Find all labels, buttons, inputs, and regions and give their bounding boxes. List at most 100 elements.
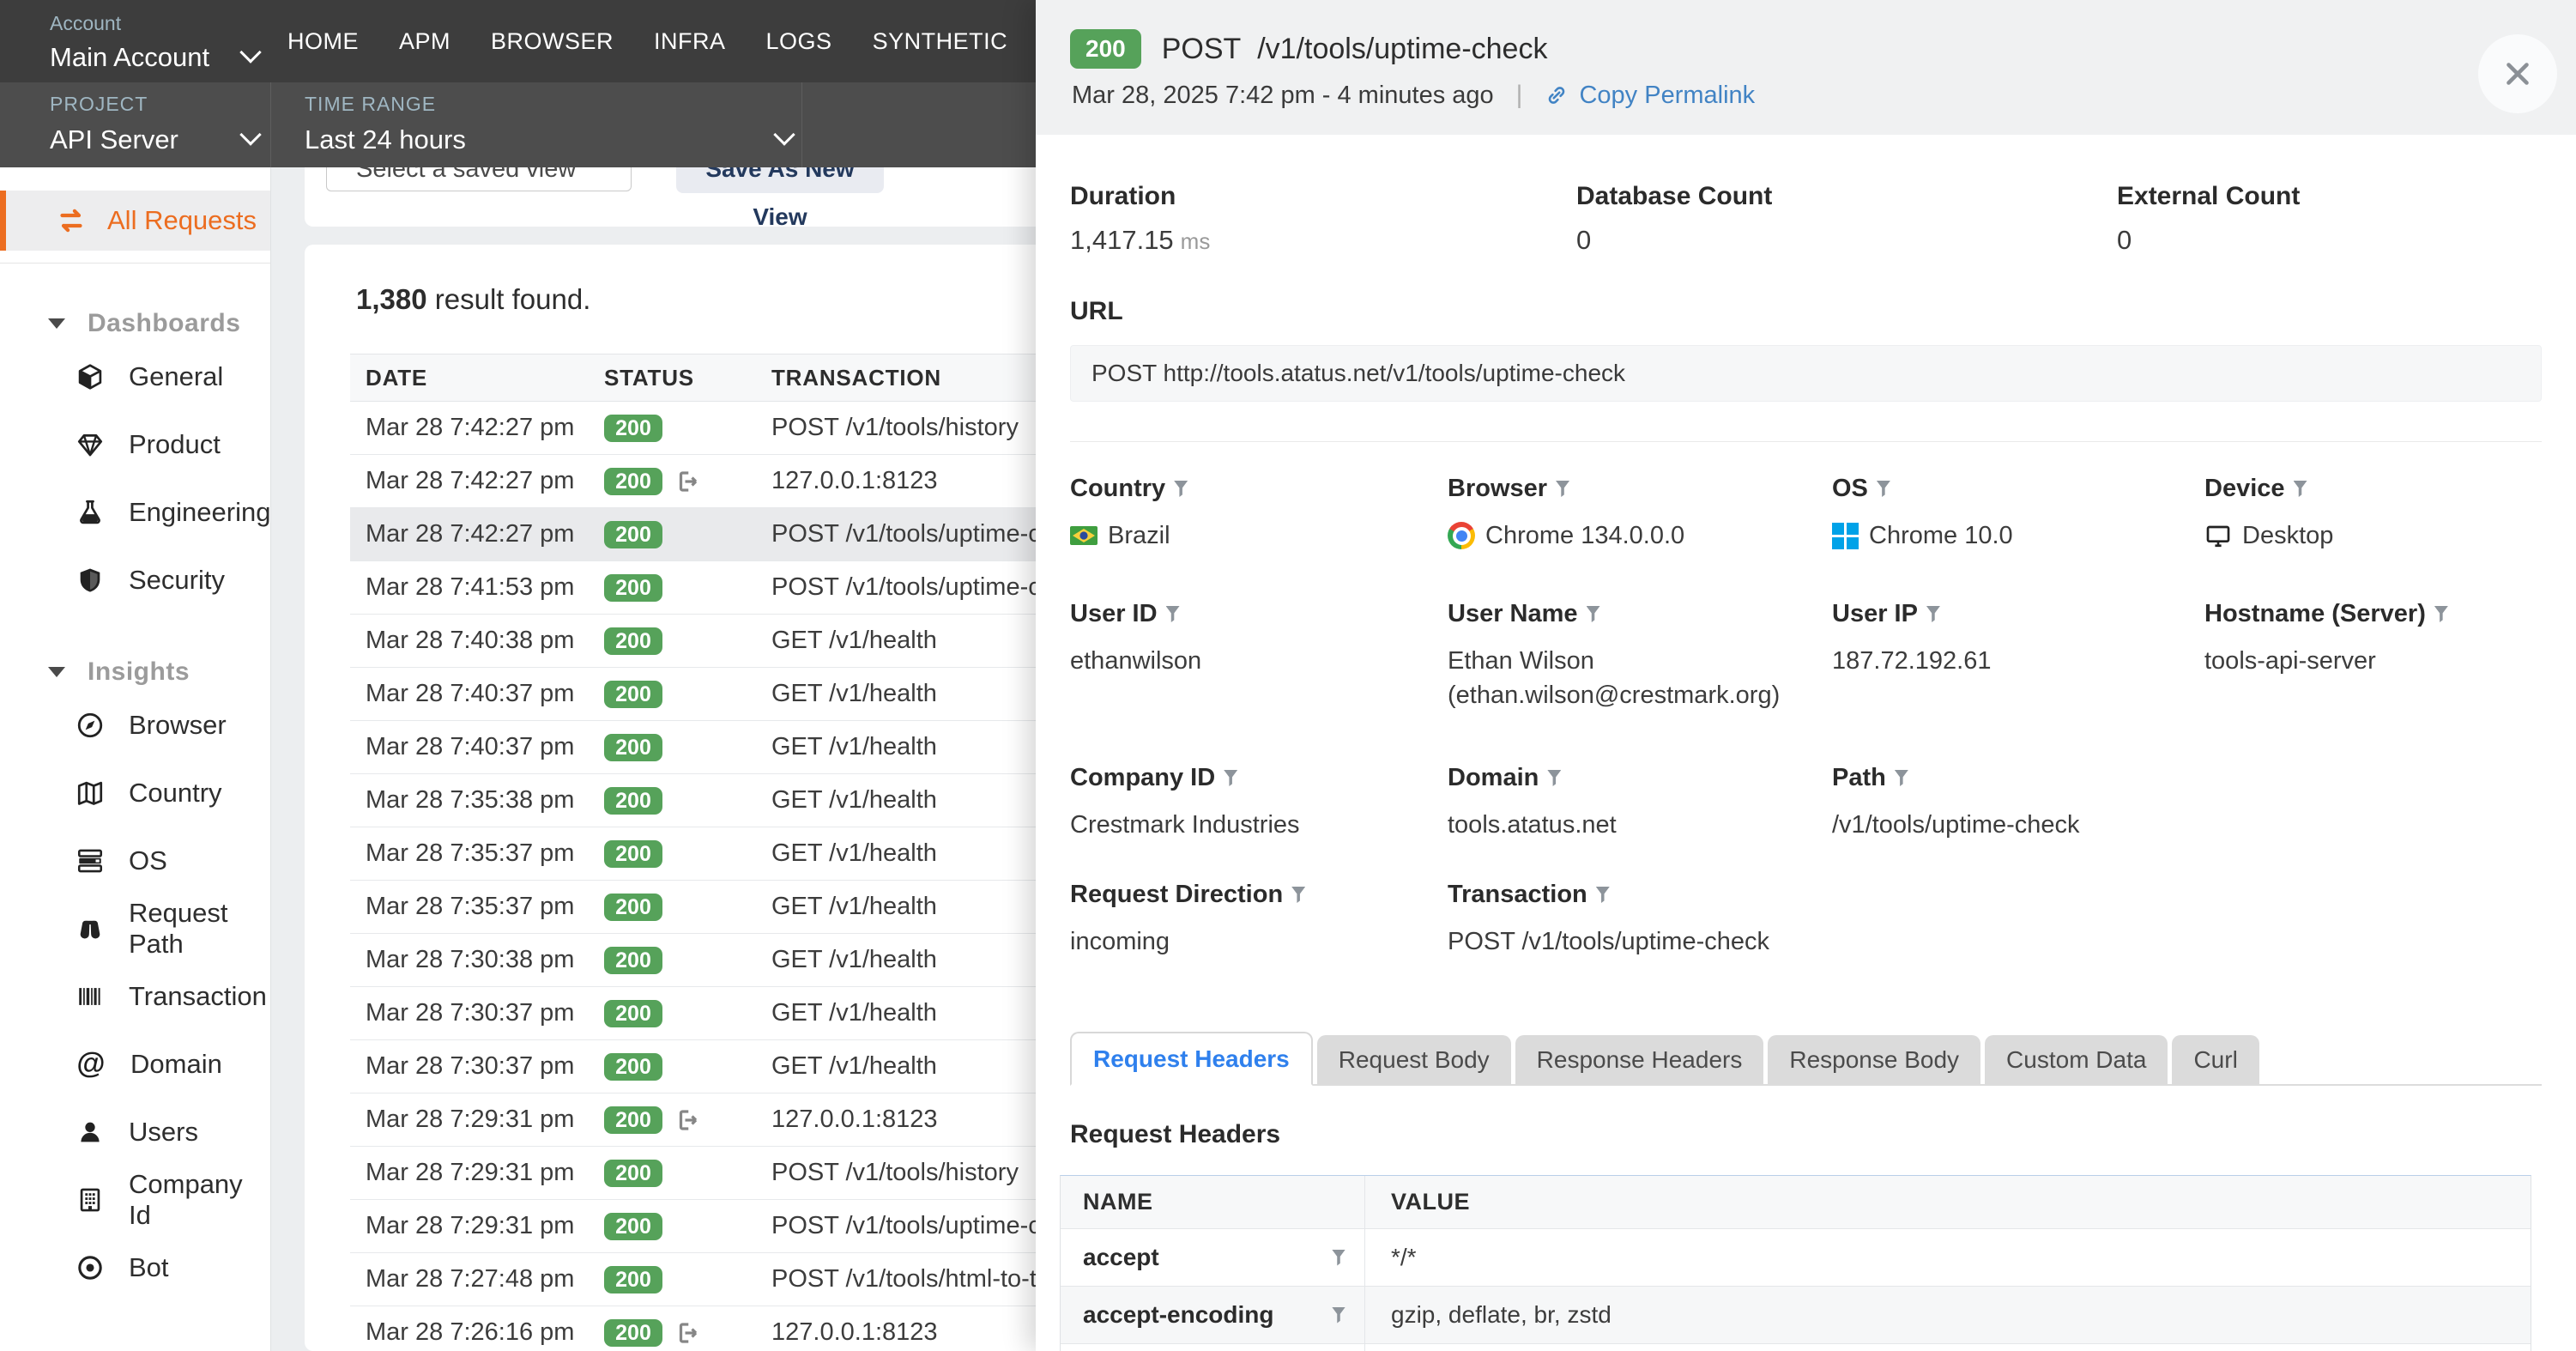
filter-icon[interactable] (1224, 770, 1237, 786)
sidebar-section-insights[interactable]: Insights (0, 653, 270, 691)
field-country: Country Brazil (1070, 475, 1448, 553)
filter-icon[interactable] (1596, 887, 1610, 903)
sidebar-item-product[interactable]: Product (0, 410, 270, 478)
flask-icon (76, 498, 105, 527)
filter-icon[interactable] (1587, 606, 1600, 622)
close-button[interactable] (2478, 34, 2557, 113)
filter-icon[interactable] (2294, 481, 2307, 497)
external-request-icon (674, 469, 700, 494)
stat-duration: Duration 1,417.15ms (1070, 182, 1576, 256)
status-badge: 200 (604, 1319, 662, 1347)
field-user-ip: User IP 187.72.192.61 (1832, 600, 2204, 712)
swap-arrows-icon (56, 205, 87, 236)
status-badge: 200 (604, 1053, 662, 1081)
nav-item-browser[interactable]: BROWSER (491, 0, 614, 82)
nav-item-synthetic[interactable]: SYNTHETIC (873, 0, 1008, 82)
time-range-selector[interactable]: TIME RANGE Last 24 hours (305, 93, 466, 155)
chevron-down-icon[interactable] (773, 124, 795, 145)
fields-row-3: Company ID Crestmark Industries Domain t… (1070, 764, 2542, 842)
sidebar-item-engineering[interactable]: Engineering (0, 478, 270, 546)
sidebar-item-security[interactable]: Security (0, 546, 270, 614)
tab-curl[interactable]: Curl (2172, 1035, 2259, 1084)
detail-tabs: Request Headers Request Body Response He… (1070, 1032, 2542, 1086)
field-hostname: Hostname (Server) tools-api-server (2204, 600, 2542, 712)
sidebar-section-dashboards[interactable]: Dashboards (0, 305, 270, 342)
map-icon (76, 778, 105, 808)
filter-icon[interactable] (1332, 1250, 1345, 1266)
tab-custom-data[interactable]: Custom Data (1985, 1035, 2168, 1084)
sidebar-item-browser[interactable]: Browser (0, 691, 270, 759)
filter-icon[interactable] (1174, 481, 1188, 497)
sidebar-item-bot[interactable]: Bot (0, 1233, 270, 1301)
compass-icon (76, 711, 105, 740)
building-icon (76, 1185, 105, 1215)
field-os: OS Chrome 10.0 (1832, 475, 2204, 553)
sidebar-item-users[interactable]: Users (0, 1098, 270, 1166)
column-header-status[interactable]: STATUS (604, 365, 771, 391)
chevron-down-icon[interactable] (239, 124, 261, 145)
monitor-icon (2204, 522, 2232, 549)
stat-database-count: Database Count 0 (1576, 182, 2117, 256)
stats-row: Duration 1,417.15ms Database Count 0 Ext… (1070, 182, 2542, 256)
status-badge: 200 (604, 1213, 662, 1240)
project-selector[interactable]: PROJECT API Server (50, 93, 178, 155)
nav-item-infra[interactable]: INFRA (654, 0, 726, 82)
tab-response-headers[interactable]: Response Headers (1515, 1035, 1764, 1084)
filter-icon[interactable] (1926, 606, 1940, 622)
filter-icon[interactable] (1291, 887, 1305, 903)
external-request-icon (674, 1320, 700, 1346)
url-label: URL (1070, 297, 2542, 326)
barcode-icon (76, 982, 105, 1011)
status-badge: 200 (604, 627, 662, 655)
copy-permalink-link[interactable]: Copy Permalink (1545, 82, 1755, 110)
filter-icon[interactable] (1895, 770, 1908, 786)
filter-icon[interactable] (1547, 770, 1561, 786)
account-switcher[interactable]: Account Main Account (50, 12, 209, 73)
sidebar-item-general[interactable]: General (0, 342, 270, 410)
url-value: POST http://tools.atatus.net/v1/tools/up… (1070, 345, 2542, 402)
sidebar: All Requests Dashboards General Product … (0, 167, 271, 1351)
status-badge: 200 (604, 1106, 662, 1134)
divider (1070, 441, 2542, 442)
header-row: accept-encoding gzip, deflate, br, zstd (1061, 1287, 2531, 1344)
column-header-date[interactable]: DATE (350, 365, 604, 391)
field-request-direction: Request Direction incoming (1070, 881, 1448, 959)
tab-response-body[interactable]: Response Body (1768, 1035, 1980, 1084)
section-title: Request Headers (1070, 1120, 2542, 1149)
sidebar-item-transaction[interactable]: Transaction (0, 962, 270, 1030)
sidebar-item-os[interactable]: OS (0, 827, 270, 894)
status-badge: 200 (604, 574, 662, 602)
sidebar-item-all-requests[interactable]: All Requests (0, 191, 270, 251)
app-root: Select a saved view Save As New View 1,3… (0, 0, 2576, 1351)
field-user-name: User Name Ethan Wilson (ethan.wilson@cre… (1448, 600, 1832, 712)
stat-external-count: External Count 0 (2117, 182, 2542, 256)
nav-item-logs[interactable]: LOGS (766, 0, 832, 82)
tab-request-body[interactable]: Request Body (1317, 1035, 1511, 1084)
server-icon (76, 846, 105, 875)
tab-request-headers[interactable]: Request Headers (1070, 1032, 1313, 1086)
filter-icon[interactable] (2434, 606, 2448, 622)
column-header-name: NAME (1061, 1176, 1365, 1228)
separator: | (1516, 81, 1523, 110)
chevron-down-icon[interactable] (239, 41, 261, 63)
chrome-icon (1448, 522, 1475, 549)
sidebar-item-country[interactable]: Country (0, 759, 270, 827)
filter-icon[interactable] (1556, 481, 1569, 497)
field-browser: Browser Chrome 134.0.0.0 (1448, 475, 1832, 553)
nav-item-apm[interactable]: APM (399, 0, 450, 82)
sidebar-item-company-id[interactable]: Company Id (0, 1166, 270, 1233)
status-badge: 200 (604, 1160, 662, 1187)
filter-icon[interactable] (1166, 606, 1180, 622)
header-row: accept */* (1061, 1229, 2531, 1287)
nav-item-home[interactable]: HOME (287, 0, 359, 82)
panel-title: POST /v1/tools/uptime-check (1162, 33, 1548, 66)
filter-icon[interactable] (1877, 481, 1890, 497)
sidebar-item-domain[interactable]: @ Domain (0, 1030, 270, 1098)
at-icon: @ (76, 1047, 106, 1081)
sidebar-item-request-path[interactable]: Request Path (0, 894, 270, 962)
gem-icon (76, 430, 105, 459)
url-section: URL POST http://tools.atatus.net/v1/tool… (1070, 297, 2542, 402)
status-badge: 200 (1070, 29, 1141, 69)
user-icon (76, 1118, 105, 1147)
filter-icon[interactable] (1332, 1307, 1345, 1324)
